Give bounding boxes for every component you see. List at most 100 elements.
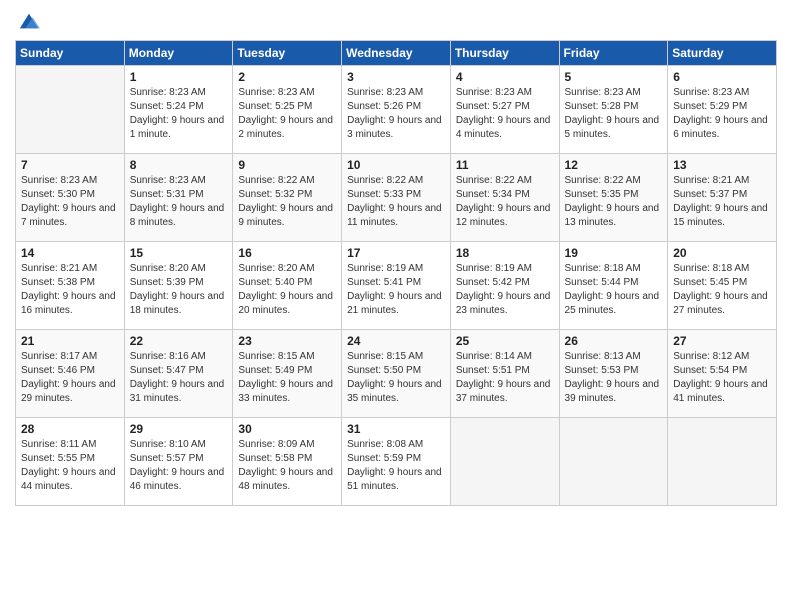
week-row-5: 28 Sunrise: 8:11 AMSunset: 5:55 PMDayligh… (16, 418, 777, 506)
day-info: Sunrise: 8:08 AMSunset: 5:59 PMDaylight:… (347, 438, 445, 494)
day-info: Sunrise: 8:15 AMSunset: 5:50 PMDaylight:… (347, 350, 445, 406)
day-info: Sunrise: 8:19 AMSunset: 5:42 PMDaylight:… (456, 262, 554, 318)
day-cell-19: 19 Sunrise: 8:18 AMSunset: 5:44 PMDayligh… (559, 242, 668, 330)
day-info: Sunrise: 8:14 AMSunset: 5:51 PMDaylight:… (456, 350, 554, 406)
day-info: Sunrise: 8:21 AMSunset: 5:37 PMDaylight:… (673, 174, 771, 230)
day-cell-11: 11 Sunrise: 8:22 AMSunset: 5:34 PMDayligh… (450, 154, 559, 242)
week-row-4: 21 Sunrise: 8:17 AMSunset: 5:46 PMDayligh… (16, 330, 777, 418)
day-cell-2: 2 Sunrise: 8:23 AMSunset: 5:25 PMDaylight… (233, 66, 342, 154)
week-row-2: 7 Sunrise: 8:23 AMSunset: 5:30 PMDaylight… (16, 154, 777, 242)
day-info: Sunrise: 8:20 AMSunset: 5:40 PMDaylight:… (238, 262, 336, 318)
day-info: Sunrise: 8:13 AMSunset: 5:53 PMDaylight:… (565, 350, 663, 406)
day-number: 8 (130, 158, 228, 172)
day-cell-16: 16 Sunrise: 8:20 AMSunset: 5:40 PMDayligh… (233, 242, 342, 330)
day-number: 13 (673, 158, 771, 172)
day-cell-31: 31Sunrise: 8:08 AMSunset: 5:59 PMDayligh… (342, 418, 451, 506)
day-info: Sunrise: 8:10 AMSunset: 5:57 PMDaylight:… (130, 438, 228, 494)
day-number: 17 (347, 246, 445, 260)
day-cell-30: 30 Sunrise: 8:09 AMSunset: 5:58 PMDayligh… (233, 418, 342, 506)
day-number: 6 (673, 70, 771, 84)
day-info: Sunrise: 8:23 AMSunset: 5:26 PMDaylight:… (347, 86, 445, 142)
day-cell-empty (450, 418, 559, 506)
day-info: Sunrise: 8:16 AMSunset: 5:47 PMDaylight:… (130, 350, 228, 406)
day-cell-5: 5 Sunrise: 8:23 AMSunset: 5:28 PMDaylight… (559, 66, 668, 154)
day-cell-empty (16, 66, 125, 154)
day-cell-28: 28 Sunrise: 8:11 AMSunset: 5:55 PMDayligh… (16, 418, 125, 506)
day-cell-20: 20Sunrise: 8:18 AMSunset: 5:45 PMDayligh… (668, 242, 777, 330)
day-info: Sunrise: 8:23 AMSunset: 5:25 PMDaylight:… (238, 86, 336, 142)
day-number: 1 (130, 70, 228, 84)
day-info: Sunrise: 8:23 AMSunset: 5:24 PMDaylight:… (130, 86, 228, 142)
day-cell-6: 6 Sunrise: 8:23 AMSunset: 5:29 PMDaylight… (668, 66, 777, 154)
day-info: Sunrise: 8:23 AMSunset: 5:31 PMDaylight:… (130, 174, 228, 230)
day-number: 4 (456, 70, 554, 84)
calendar-table: SundayMondayTuesdayWednesdayThursdayFrid… (15, 40, 777, 506)
day-number: 7 (21, 158, 119, 172)
day-number: 28 (21, 422, 119, 436)
day-cell-24: 24 Sunrise: 8:15 AMSunset: 5:50 PMDayligh… (342, 330, 451, 418)
day-number: 5 (565, 70, 663, 84)
day-cell-14: 14 Sunrise: 8:21 AMSunset: 5:38 PMDayligh… (16, 242, 125, 330)
day-cell-empty (559, 418, 668, 506)
day-info: Sunrise: 8:22 AMSunset: 5:32 PMDaylight:… (238, 174, 336, 230)
day-number: 11 (456, 158, 554, 172)
day-number: 16 (238, 246, 336, 260)
day-info: Sunrise: 8:23 AMSunset: 5:29 PMDaylight:… (673, 86, 771, 142)
day-info: Sunrise: 8:22 AMSunset: 5:33 PMDaylight:… (347, 174, 445, 230)
day-info: Sunrise: 8:21 AMSunset: 5:38 PMDaylight:… (21, 262, 119, 318)
logo (15, 10, 40, 32)
day-number: 15 (130, 246, 228, 260)
day-info: Sunrise: 8:23 AMSunset: 5:30 PMDaylight:… (21, 174, 119, 230)
day-number: 2 (238, 70, 336, 84)
day-cell-12: 12Sunrise: 8:22 AMSunset: 5:35 PMDayligh… (559, 154, 668, 242)
day-info: Sunrise: 8:15 AMSunset: 5:49 PMDaylight:… (238, 350, 336, 406)
day-number: 21 (21, 334, 119, 348)
day-cell-22: 22 Sunrise: 8:16 AMSunset: 5:47 PMDayligh… (124, 330, 233, 418)
day-info: Sunrise: 8:11 AMSunset: 5:55 PMDaylight:… (21, 438, 119, 494)
day-cell-9: 9 Sunrise: 8:22 AMSunset: 5:32 PMDaylight… (233, 154, 342, 242)
day-info: Sunrise: 8:23 AMSunset: 5:28 PMDaylight:… (565, 86, 663, 142)
day-info: Sunrise: 8:23 AMSunset: 5:27 PMDaylight:… (456, 86, 554, 142)
header-day-tuesday: Tuesday (233, 41, 342, 66)
calendar-header-row: SundayMondayTuesdayWednesdayThursdayFrid… (16, 41, 777, 66)
day-cell-21: 21 Sunrise: 8:17 AMSunset: 5:46 PMDayligh… (16, 330, 125, 418)
day-info: Sunrise: 8:09 AMSunset: 5:58 PMDaylight:… (238, 438, 336, 494)
day-number: 30 (238, 422, 336, 436)
day-info: Sunrise: 8:22 AMSunset: 5:34 PMDaylight:… (456, 174, 554, 230)
day-cell-empty (668, 418, 777, 506)
day-cell-27: 27Sunrise: 8:12 AMSunset: 5:54 PMDayligh… (668, 330, 777, 418)
day-number: 27 (673, 334, 771, 348)
day-info: Sunrise: 8:20 AMSunset: 5:39 PMDaylight:… (130, 262, 228, 318)
day-cell-8: 8 Sunrise: 8:23 AMSunset: 5:31 PMDaylight… (124, 154, 233, 242)
page: SundayMondayTuesdayWednesdayThursdayFrid… (0, 0, 792, 612)
day-cell-13: 13 Sunrise: 8:21 AMSunset: 5:37 PMDayligh… (668, 154, 777, 242)
day-number: 3 (347, 70, 445, 84)
day-number: 9 (238, 158, 336, 172)
day-cell-10: 10Sunrise: 8:22 AMSunset: 5:33 PMDayligh… (342, 154, 451, 242)
day-cell-25: 25Sunrise: 8:14 AMSunset: 5:51 PMDayligh… (450, 330, 559, 418)
day-number: 24 (347, 334, 445, 348)
header-day-saturday: Saturday (668, 41, 777, 66)
header-day-wednesday: Wednesday (342, 41, 451, 66)
day-number: 18 (456, 246, 554, 260)
day-info: Sunrise: 8:19 AMSunset: 5:41 PMDaylight:… (347, 262, 445, 318)
day-number: 22 (130, 334, 228, 348)
header (15, 10, 777, 32)
day-cell-26: 26 Sunrise: 8:13 AMSunset: 5:53 PMDayligh… (559, 330, 668, 418)
day-number: 14 (21, 246, 119, 260)
day-cell-1: 1 Sunrise: 8:23 AMSunset: 5:24 PMDaylight… (124, 66, 233, 154)
header-day-thursday: Thursday (450, 41, 559, 66)
day-cell-15: 15 Sunrise: 8:20 AMSunset: 5:39 PMDayligh… (124, 242, 233, 330)
day-info: Sunrise: 8:17 AMSunset: 5:46 PMDaylight:… (21, 350, 119, 406)
header-day-sunday: Sunday (16, 41, 125, 66)
day-info: Sunrise: 8:22 AMSunset: 5:35 PMDaylight:… (565, 174, 663, 230)
header-day-friday: Friday (559, 41, 668, 66)
day-number: 26 (565, 334, 663, 348)
day-number: 19 (565, 246, 663, 260)
day-cell-3: 3 Sunrise: 8:23 AMSunset: 5:26 PMDaylight… (342, 66, 451, 154)
week-row-1: 1 Sunrise: 8:23 AMSunset: 5:24 PMDaylight… (16, 66, 777, 154)
day-cell-7: 7 Sunrise: 8:23 AMSunset: 5:30 PMDaylight… (16, 154, 125, 242)
day-cell-17: 17 Sunrise: 8:19 AMSunset: 5:41 PMDayligh… (342, 242, 451, 330)
day-cell-4: 4 Sunrise: 8:23 AMSunset: 5:27 PMDaylight… (450, 66, 559, 154)
day-info: Sunrise: 8:18 AMSunset: 5:44 PMDaylight:… (565, 262, 663, 318)
